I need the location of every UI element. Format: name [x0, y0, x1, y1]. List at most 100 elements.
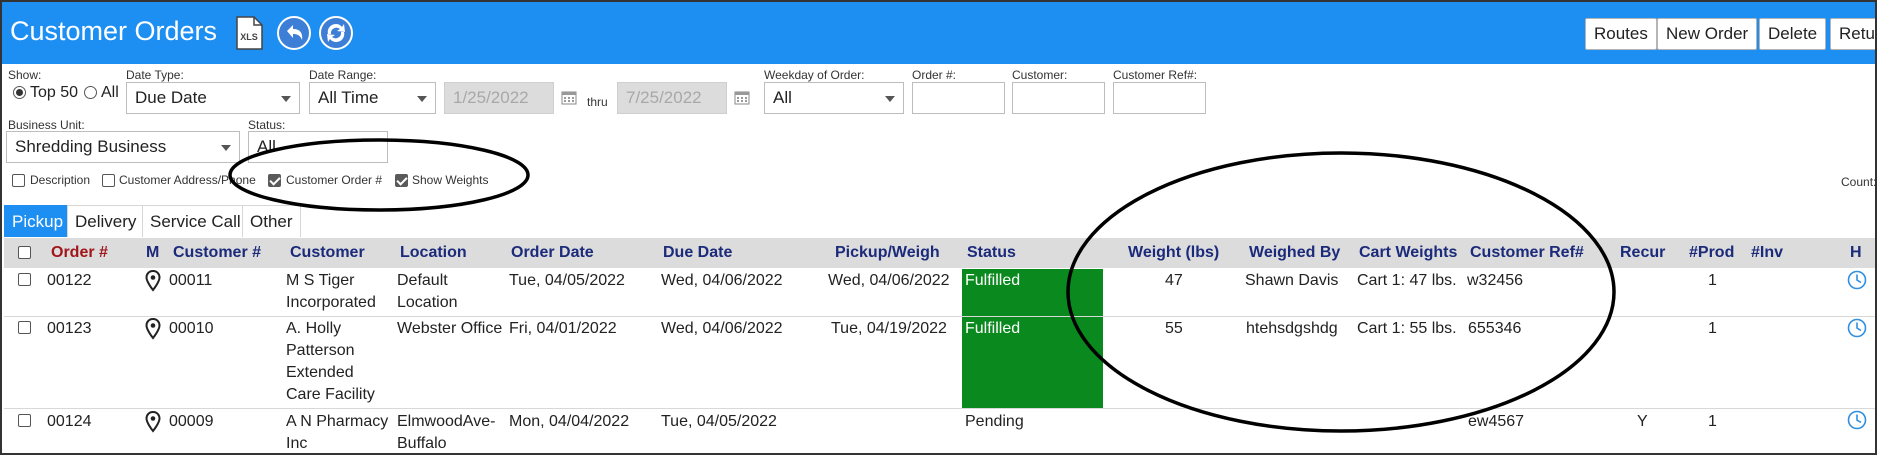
- row-checkbox[interactable]: [18, 321, 31, 334]
- delete-button[interactable]: Delete: [1759, 18, 1827, 50]
- svg-text:XLS: XLS: [240, 32, 258, 42]
- map-pin-icon[interactable]: [145, 270, 161, 292]
- header-bar: Customer Orders XLS Routes New Order Del…: [2, 2, 1875, 64]
- customer-number: 00010: [169, 320, 214, 337]
- order-no-label: Order #:: [912, 68, 957, 82]
- customer-ref-label: Customer Ref#:: [1113, 68, 1198, 82]
- tab-service-call[interactable]: Service Call: [142, 205, 249, 237]
- weekday-value: All: [773, 88, 792, 107]
- customer-order-option-label: Customer Order #: [286, 173, 383, 187]
- business-unit-select[interactable]: Shredding Business: [6, 131, 240, 163]
- recur: Y: [1637, 413, 1648, 430]
- col-cart-weights[interactable]: Cart Weights: [1359, 244, 1457, 262]
- new-order-button[interactable]: New Order: [1657, 18, 1758, 50]
- tab-pickup[interactable]: Pickup: [4, 205, 72, 237]
- clock-icon[interactable]: [1847, 410, 1867, 430]
- select-all-checkbox[interactable]: [18, 246, 31, 259]
- chevron-down-icon: [417, 96, 427, 102]
- status-label: Status:: [248, 118, 286, 132]
- customer-input[interactable]: [1012, 82, 1105, 114]
- date-from-input[interactable]: 1/25/2022: [444, 82, 554, 114]
- routes-button[interactable]: Routes: [1585, 18, 1657, 50]
- status-select[interactable]: All: [248, 131, 388, 163]
- col-prod[interactable]: #Prod: [1689, 244, 1734, 262]
- undo-icon[interactable]: [276, 15, 312, 51]
- export-xls-icon[interactable]: XLS: [234, 16, 264, 50]
- location: ElmwoodAve-Buffalo: [397, 413, 496, 452]
- show-all-radio[interactable]: [84, 86, 97, 99]
- order-number[interactable]: 00122: [47, 270, 92, 292]
- description-checkbox[interactable]: [12, 174, 25, 187]
- clock-icon[interactable]: [1847, 318, 1867, 338]
- col-order-date[interactable]: Order Date: [511, 244, 594, 262]
- col-weighed-by[interactable]: Weighed By: [1249, 244, 1340, 262]
- show-weights-checkbox[interactable]: [395, 174, 408, 187]
- chevron-down-icon: [221, 145, 231, 151]
- date-type-value: Due Date: [135, 88, 207, 107]
- customer-number: 00011: [169, 272, 213, 289]
- col-location[interactable]: Location: [400, 244, 467, 262]
- col-recur[interactable]: Recur: [1620, 244, 1665, 262]
- show-top50-radio[interactable]: [13, 86, 26, 99]
- table-row[interactable]: 00124 00009 A N Pharmacy Inc ElmwoodAve-…: [4, 409, 1875, 453]
- order-date: Mon, 04/04/2022: [509, 413, 630, 430]
- date-range-select[interactable]: All Time: [309, 82, 436, 114]
- map-pin-icon[interactable]: [145, 318, 161, 340]
- weighed-by: htehsdgshdg: [1246, 320, 1338, 337]
- tab-delivery[interactable]: Delivery: [67, 205, 145, 237]
- clock-icon[interactable]: [1847, 270, 1867, 290]
- prod-count: 1: [1708, 413, 1717, 430]
- chevron-down-icon: [885, 96, 895, 102]
- order-date: Tue, 04/05/2022: [509, 272, 625, 289]
- count-label: Count:: [1841, 175, 1877, 189]
- due-date: Wed, 04/06/2022: [661, 272, 783, 289]
- refresh-icon[interactable]: [318, 15, 354, 51]
- cart-weights: Cart 1: 47 lbs.: [1357, 272, 1457, 289]
- calendar-icon[interactable]: [734, 89, 750, 105]
- table-row[interactable]: 00123 00010 A. Holly Patterson Extended …: [4, 317, 1875, 408]
- pickup-weigh-date: Tue, 04/19/2022: [831, 320, 947, 337]
- date-type-label: Date Type:: [126, 68, 184, 82]
- cart-weights: Cart 1: 55 lbs.: [1357, 320, 1457, 337]
- col-order[interactable]: Order #: [51, 244, 108, 262]
- calendar-icon[interactable]: [561, 89, 577, 105]
- customer-ref: w32456: [1467, 272, 1524, 289]
- col-pickup-weigh[interactable]: Pickup/Weigh: [835, 244, 940, 262]
- return-button[interactable]: Return: [1830, 18, 1875, 50]
- table-row[interactable]: 00122 00011 M S Tiger Incorporated Defau…: [4, 269, 1875, 316]
- location: Default Location: [397, 272, 458, 311]
- weight: 47: [1165, 272, 1183, 289]
- page-title: Customer Orders: [10, 16, 218, 46]
- col-customer-no[interactable]: Customer #: [173, 244, 261, 262]
- col-inv[interactable]: #Inv: [1751, 244, 1783, 262]
- customer-ref-input[interactable]: [1113, 82, 1206, 114]
- business-unit-value: Shredding Business: [15, 137, 167, 156]
- weekday-select[interactable]: All: [764, 82, 904, 114]
- customer-order-checkbox[interactable]: [268, 174, 281, 187]
- order-number[interactable]: 00123: [47, 318, 92, 340]
- order-date: Fri, 04/01/2022: [509, 320, 617, 337]
- customer-address-option-label: Customer Address/Phone: [119, 173, 256, 187]
- date-type-select[interactable]: Due Date: [126, 82, 300, 114]
- customer-address-checkbox[interactable]: [102, 174, 115, 187]
- row-checkbox[interactable]: [18, 273, 31, 286]
- row-checkbox[interactable]: [18, 414, 31, 427]
- customer-number: 00009: [169, 413, 214, 430]
- customer-name: A. Holly Patterson Extended Care Facilit…: [286, 320, 375, 403]
- date-range-label: Date Range:: [309, 68, 377, 82]
- tab-other[interactable]: Other: [242, 205, 301, 237]
- order-number[interactable]: 00124: [47, 411, 92, 433]
- col-customer-ref[interactable]: Customer Ref#: [1470, 244, 1584, 262]
- weighed-by: Shawn Davis: [1245, 272, 1339, 289]
- order-no-input[interactable]: [912, 82, 1005, 114]
- col-customer[interactable]: Customer: [290, 244, 365, 262]
- due-date: Tue, 04/05/2022: [661, 413, 777, 430]
- prod-count: 1: [1708, 320, 1717, 337]
- col-weight[interactable]: Weight (lbs): [1128, 244, 1219, 262]
- map-pin-icon[interactable]: [145, 411, 161, 433]
- date-to-input[interactable]: 7/25/2022: [617, 82, 727, 114]
- col-h[interactable]: H: [1850, 244, 1862, 262]
- col-status[interactable]: Status: [967, 244, 1016, 262]
- col-due-date[interactable]: Due Date: [663, 244, 732, 262]
- col-m[interactable]: M: [146, 244, 159, 262]
